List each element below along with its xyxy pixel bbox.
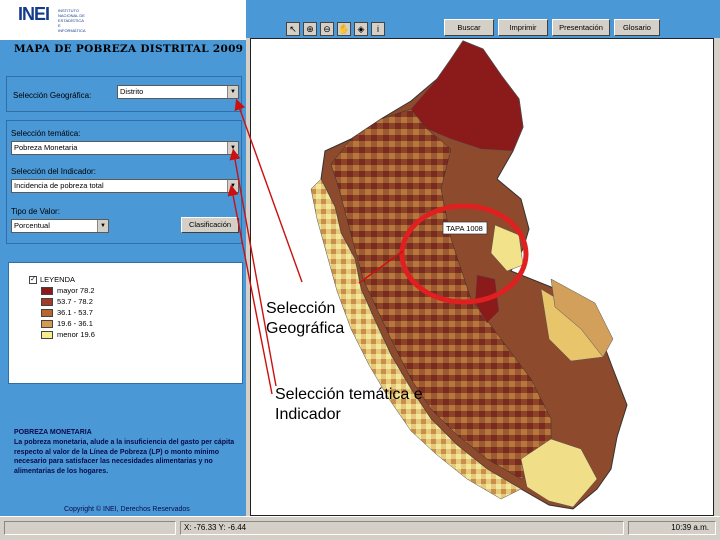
legend-item-label: 53.7 - 78.2 — [57, 297, 93, 306]
search-button[interactable]: Buscar — [444, 19, 494, 36]
toolbar: ↖ ⊕ ⊖ ✋ ◈ i Buscar Imprimir Presentación… — [246, 0, 720, 38]
classify-button[interactable]: Clasificación — [181, 217, 239, 233]
theme-label: Selección temática: — [11, 129, 81, 138]
glossary-button[interactable]: Glosario — [614, 19, 660, 36]
status-bar: X: -76.33 Y: -6.44 10:39 a.m. — [0, 516, 720, 540]
zoom-in-icon[interactable]: ⊕ — [303, 22, 317, 36]
legend-title: LEYENDA — [40, 275, 76, 284]
indicator-select-value: Incidencia de pobreza total — [14, 181, 104, 190]
value-type-select[interactable]: Porcentual ▼ — [11, 219, 109, 233]
page-title: MAPA DE POBREZA DISTRITAL 2009 — [14, 43, 244, 55]
coords-readout: X: -76.33 Y: -6.44 — [180, 521, 624, 535]
map-tooltip: TAPA 1008 — [446, 224, 483, 233]
geo-panel: Selección Geográfica: Distrito ▼ — [6, 76, 242, 112]
presentation-button[interactable]: Presentación — [552, 19, 610, 36]
legend: ✓ LEYENDA mayor 78.2 53.7 - 78.2 36.1 - 53… — [8, 262, 243, 384]
zoom-out-icon[interactable]: ⊖ — [320, 22, 334, 36]
chevron-down-icon[interactable]: ▼ — [227, 86, 238, 98]
status-left — [4, 521, 176, 535]
chevron-down-icon[interactable]: ▼ — [97, 220, 108, 232]
legend-swatch — [41, 320, 53, 328]
legend-swatch — [41, 309, 53, 317]
info-text: La pobreza monetaria, alude a la insufic… — [14, 439, 235, 475]
inei-logo: INEI — [18, 4, 50, 24]
value-type-value: Porcentual — [14, 221, 50, 230]
annotation-theme: Selección temática e Indicador — [275, 386, 423, 423]
legend-checkbox[interactable]: ✓ — [29, 276, 37, 284]
legend-swatch — [41, 331, 53, 339]
info-icon[interactable]: i — [371, 22, 385, 36]
value-type-label: Tipo de Valor: — [11, 207, 60, 216]
legend-swatch — [41, 287, 53, 295]
indicator-select[interactable]: Incidencia de pobreza total ▼ — [11, 179, 239, 193]
logo-area: INEI INSTITUTO NACIONAL DE ESTADÍSTICA E… — [0, 0, 246, 40]
theme-select-value: Pobreza Monetaria — [14, 143, 78, 152]
legend-swatch — [41, 298, 53, 306]
legend-item-label: menor 19.6 — [57, 330, 95, 339]
legend-item-label: mayor 78.2 — [57, 286, 95, 295]
geo-select[interactable]: Distrito ▼ — [117, 85, 239, 99]
chevron-down-icon[interactable]: ▼ — [227, 142, 238, 154]
identify-icon[interactable]: ◈ — [354, 22, 368, 36]
copyright: Copyright © INEI, Derechos Reservados — [64, 506, 190, 513]
pan-icon[interactable]: ✋ — [337, 22, 351, 36]
pointer-icon[interactable]: ↖ — [286, 22, 300, 36]
indicator-label: Selección del Indicador: — [11, 167, 96, 176]
legend-item-label: 36.1 - 53.7 — [57, 308, 93, 317]
status-time: 10:39 a.m. — [628, 521, 716, 535]
print-button[interactable]: Imprimir — [498, 19, 548, 36]
info-heading: POBREZA MONETARIA — [14, 429, 92, 436]
peru-map[interactable]: TAPA 1008 — [251, 39, 714, 516]
geo-select-value: Distrito — [120, 87, 144, 96]
logo-tagline: INSTITUTO NACIONAL DE ESTADÍSTICA E INFO… — [58, 8, 86, 33]
theme-select[interactable]: Pobreza Monetaria ▼ — [11, 141, 239, 155]
sidebar: INEI INSTITUTO NACIONAL DE ESTADÍSTICA E… — [0, 0, 246, 516]
legend-item-label: 19.6 - 36.1 — [57, 319, 93, 328]
map-view[interactable]: TAPA 1008 Selección Geográfica Selección… — [250, 38, 714, 516]
chevron-down-icon[interactable]: ▼ — [227, 180, 238, 192]
geo-label: Selección Geográfica: — [13, 91, 92, 100]
annotation-geo: Selección Geográfica — [266, 300, 345, 337]
theme-panel: Selección temática: Pobreza Monetaria ▼ … — [6, 120, 242, 244]
